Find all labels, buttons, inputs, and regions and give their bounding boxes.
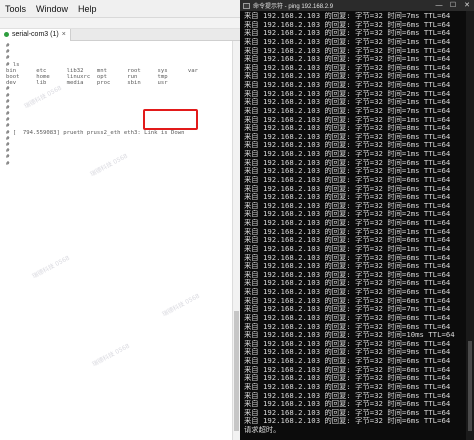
close-tab-icon[interactable]: × <box>62 31 66 38</box>
ping-reply-line: 来自 192.168.2.103 的回复: 字节=32 时间=6ms TTL=6… <box>244 158 451 167</box>
ping-reply-line: 来自 192.168.2.103 的回复: 字节=32 时间=6ms TTL=6… <box>244 365 451 374</box>
ping-reply-line: 来自 192.168.2.103 的回复: 字节=32 时间=6ms TTL=6… <box>244 72 451 81</box>
tab-label: serial-com3 (1) <box>12 31 59 38</box>
serial-terminal-output[interactable]: # # # # ls bin etc lib32 mnt root sys var boo… <box>0 41 232 440</box>
menu-help[interactable]: Help <box>73 0 102 18</box>
ping-reply-line: 来自 192.168.2.103 的回复: 字节=32 时间=6ms TTL=6… <box>244 219 451 227</box>
maximize-button[interactable]: ☐ <box>446 0 460 11</box>
ping-reply-line: 来自 192.168.2.103 的回复: 字节=32 时间=6ms TTL=6… <box>244 132 451 141</box>
ping-reply-line: 来自 192.168.2.103 的回复: 字节=32 时间=6ms TTL=6… <box>244 236 451 245</box>
ping-reply-line: 来自 192.168.2.103 的回复: 字节=32 时间=6ms TTL=6… <box>244 81 451 89</box>
ping-reply-line: 来自 192.168.2.103 的回复: 字节=32 时间=6ms TTL=6… <box>244 253 451 262</box>
ping-reply-line: 来自 192.168.2.103 的回复: 字节=32 时间=6ms TTL=6… <box>244 20 451 29</box>
minimize-button[interactable]: — <box>432 0 446 11</box>
title-bar: 命令提示符 - ping 192.168.2.9 — ☐ ✕ <box>240 0 474 11</box>
console-output[interactable]: 来自 192.168.2.103 的回复: 字节=32 时间=7ms TTL=6… <box>240 11 466 440</box>
terminal-line: # <box>6 160 10 167</box>
ping-reply-line: 来自 192.168.2.103 的回复: 字节=32 时间=6ms TTL=6… <box>244 417 451 426</box>
ping-reply-line: 来自 192.168.2.103 的回复: 字节=32 时间=6ms TTL=6… <box>244 141 451 150</box>
ping-reply-line: 来自 192.168.2.103 的回复: 字节=32 时间=9ms TTL=6… <box>244 348 451 357</box>
ping-reply-line: 来自 192.168.2.103 的回复: 字节=32 时间=6ms TTL=6… <box>244 296 451 305</box>
ping-reply-line: 来自 192.168.2.103 的回复: 字节=32 时间=6ms TTL=6… <box>244 29 451 38</box>
console-scrollbar[interactable] <box>466 11 474 440</box>
menu-tools[interactable]: Tools <box>0 0 31 18</box>
serial-terminal-window: Tools Window Help serial-com3 (1) × # # # #… <box>0 0 240 440</box>
close-button[interactable]: ✕ <box>460 0 474 11</box>
tab-serial-com3[interactable]: serial-com3 (1) × <box>0 28 71 41</box>
ping-reply-line: 来自 192.168.2.103 的回复: 字节=32 时间=1ms TTL=6… <box>244 167 451 176</box>
tab-bar: serial-com3 (1) × <box>0 28 240 41</box>
ping-reply-line: 来自 192.168.2.103 的回复: 字节=32 时间=10ms TTL=… <box>244 331 455 340</box>
terminal-scrollbar[interactable] <box>232 41 240 440</box>
ping-reply-line: 来自 192.168.2.103 的回复: 字节=32 时间=6ms TTL=6… <box>244 279 451 288</box>
ping-reply-line: 来自 192.168.2.103 的回复: 字节=32 时间=6ms TTL=6… <box>244 374 451 383</box>
ping-reply-line: 来自 192.168.2.103 的回复: 字节=32 时间=6ms TTL=6… <box>244 270 451 279</box>
ping-reply-line: 来自 192.168.2.103 的回复: 字节=32 时间=1ms TTL=6… <box>244 115 451 124</box>
ping-reply-line: 来自 192.168.2.103 的回复: 字节=32 时间=1ms TTL=6… <box>244 98 451 107</box>
ping-reply-line: 来自 192.168.2.103 的回复: 字节=32 时间=6ms TTL=6… <box>244 175 451 184</box>
ping-reply-line: 来自 192.168.2.103 的回复: 字节=32 时间=1ms TTL=6… <box>244 244 451 253</box>
ping-reply-line: 来自 192.168.2.103 的回复: 字节=32 时间=6ms TTL=6… <box>244 313 451 322</box>
ping-reply-line: 来自 192.168.2.103 的回复: 字节=32 时间=6ms TTL=6… <box>244 322 451 331</box>
console-icon <box>243 2 250 9</box>
ping-reply-line: 来自 192.168.2.103 的回复: 字节=32 时间=6ms TTL=6… <box>244 184 451 193</box>
menu-bar: Tools Window Help <box>0 0 240 18</box>
ping-reply-line: 来自 192.168.2.103 的回复: 字节=32 时间=6ms TTL=6… <box>244 357 451 365</box>
ping-reply-line: 来自 192.168.2.103 的回复: 字节=32 时间=1ms TTL=6… <box>244 46 451 55</box>
window-title: 命令提示符 - ping 192.168.2.9 <box>253 4 334 10</box>
menu-window[interactable]: Window <box>31 0 73 18</box>
ping-reply-line: 来自 192.168.2.103 的回复: 字节=32 时间=1ms TTL=6… <box>244 55 451 64</box>
connected-status-icon <box>4 32 9 37</box>
toolbar <box>0 18 240 29</box>
ping-reply-line: 来自 192.168.2.103 的回复: 字节=32 时间=2ms TTL=6… <box>244 89 451 98</box>
ping-reply-line: 来自 192.168.2.103 的回复: 字节=32 时间=1ms TTL=6… <box>244 37 451 46</box>
ping-reply-line: 来自 192.168.2.103 的回复: 字节=32 时间=6ms TTL=6… <box>244 193 451 202</box>
ping-reply-line: 来自 192.168.2.103 的回复: 字节=32 时间=6ms TTL=6… <box>244 408 451 417</box>
highlight-box <box>143 109 198 130</box>
scrollbar-thumb[interactable] <box>234 311 239 431</box>
ping-reply-line: 来自 192.168.2.103 的回复: 字节=32 时间=6ms TTL=6… <box>244 339 451 348</box>
cmd-ping-window: 命令提示符 - ping 192.168.2.9 — ☐ ✕ 来自 192.16… <box>240 0 474 440</box>
ping-reply-line: 来自 192.168.2.103 的回复: 字节=32 时间=6ms TTL=6… <box>244 63 451 72</box>
ping-reply-line: 来自 192.168.2.103 的回复: 字节=32 时间=1ms TTL=6… <box>244 227 451 236</box>
ping-reply-line: 请求超时。 <box>244 426 281 434</box>
ping-reply-line: 来自 192.168.2.103 的回复: 字节=32 时间=6ms TTL=6… <box>244 391 451 400</box>
ping-reply-line: 来自 192.168.2.103 的回复: 字节=32 时间=8ms TTL=6… <box>244 124 451 133</box>
ping-reply-line: 来自 192.168.2.103 的回复: 字节=32 时间=2ms TTL=6… <box>244 210 451 219</box>
ping-reply-line: 来自 192.168.2.103 的回复: 字节=32 时间=6ms TTL=6… <box>244 201 451 210</box>
ping-reply-line: 来自 192.168.2.103 的回复: 字节=32 时间=7ms TTL=6… <box>244 106 451 115</box>
ping-reply-line: 来自 192.168.2.103 的回复: 字节=32 时间=6ms TTL=6… <box>244 400 451 409</box>
ping-reply-line: 来自 192.168.2.103 的回复: 字节=32 时间=6ms TTL=6… <box>244 382 451 391</box>
ping-reply-line: 来自 192.168.2.103 的回复: 字节=32 时间=6ms TTL=6… <box>244 288 451 296</box>
ping-reply-line: 来自 192.168.2.103 的回复: 字节=32 时间=1ms TTL=6… <box>244 150 451 158</box>
ping-reply-line: 来自 192.168.2.103 的回复: 字节=32 时间=6ms TTL=6… <box>244 262 451 271</box>
ping-reply-line: 来自 192.168.2.103 的回复: 字节=32 时间=7ms TTL=6… <box>244 305 451 314</box>
ping-reply-line: 来自 192.168.2.103 的回复: 字节=32 时间=7ms TTL=6… <box>244 12 451 20</box>
scrollbar-thumb[interactable] <box>468 341 472 431</box>
